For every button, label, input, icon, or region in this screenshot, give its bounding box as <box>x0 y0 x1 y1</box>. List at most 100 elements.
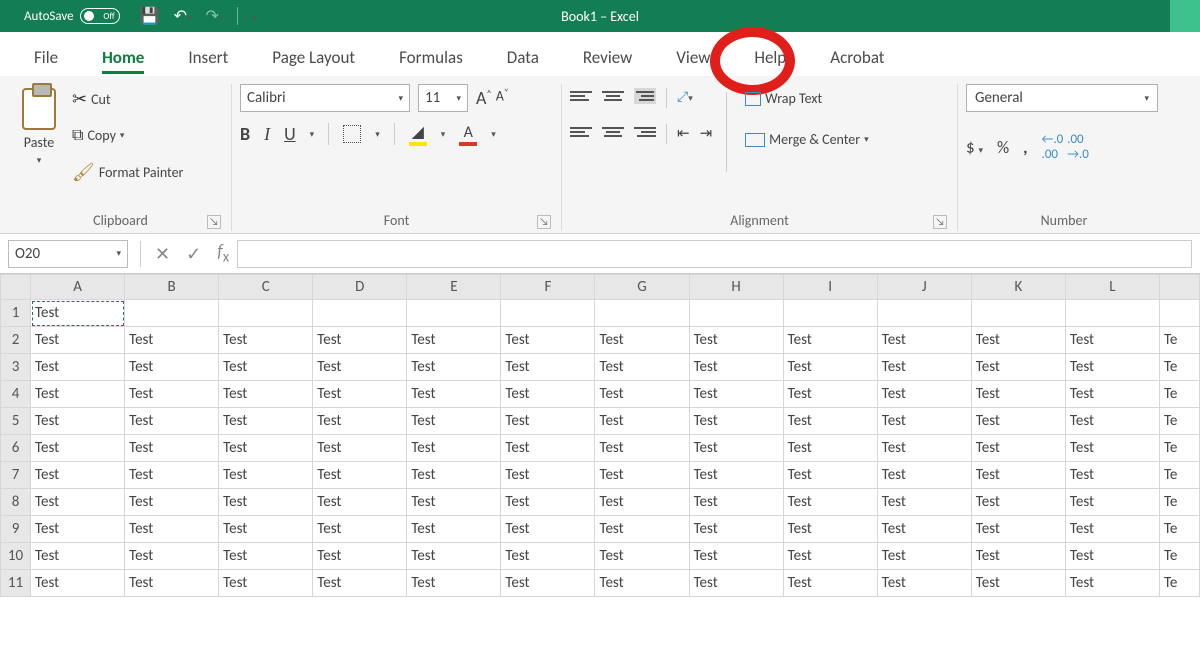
paste-button[interactable]: Paste ▾ <box>18 84 60 170</box>
increase-font-icon[interactable]: A˄ <box>476 87 492 109</box>
cell[interactable]: Test <box>689 354 783 381</box>
cell[interactable] <box>125 300 219 327</box>
align-right-button[interactable] <box>634 124 656 140</box>
cell[interactable]: Test <box>31 381 125 408</box>
row-header[interactable]: 8 <box>1 489 31 516</box>
tab-insert[interactable]: Insert <box>166 37 250 76</box>
cell[interactable] <box>877 300 971 327</box>
cell[interactable] <box>595 300 689 327</box>
cell[interactable]: Test <box>407 489 501 516</box>
name-box[interactable]: O20 ▾ <box>8 240 128 268</box>
column-header[interactable]: F <box>501 275 595 300</box>
cell[interactable]: Test <box>689 327 783 354</box>
cell[interactable]: Test <box>877 570 971 597</box>
cell[interactable]: Test <box>595 327 689 354</box>
cell[interactable]: Test <box>125 354 219 381</box>
font-name-select[interactable]: Calibri ▾ <box>240 84 410 112</box>
cell[interactable]: Test <box>313 570 407 597</box>
cell[interactable]: Test <box>689 435 783 462</box>
cell[interactable]: Test <box>313 462 407 489</box>
cell[interactable]: Test <box>877 435 971 462</box>
cell[interactable]: Test <box>31 570 125 597</box>
column-header[interactable]: L <box>1065 275 1159 300</box>
undo-icon[interactable]: ↶▾ <box>174 6 192 26</box>
cell[interactable]: Test <box>1065 435 1159 462</box>
row-header[interactable]: 4 <box>1 381 31 408</box>
cell[interactable]: Test <box>595 354 689 381</box>
column-header[interactable]: K <box>971 275 1065 300</box>
cell[interactable]: Test <box>971 516 1065 543</box>
column-header[interactable]: E <box>407 275 501 300</box>
tab-home[interactable]: Home <box>80 37 166 76</box>
cell[interactable] <box>1065 300 1159 327</box>
cell[interactable]: Test <box>501 543 595 570</box>
cell[interactable]: Test <box>31 435 125 462</box>
format-painter-button[interactable]: 🖌 Format Painter <box>68 159 187 185</box>
chevron-down-icon[interactable]: ▾ <box>491 129 496 140</box>
cell[interactable]: Test <box>689 543 783 570</box>
cell[interactable]: Test <box>313 489 407 516</box>
decrease-decimal-button[interactable]: .00→.0 <box>1067 132 1089 162</box>
cell[interactable]: Test <box>877 327 971 354</box>
cell[interactable]: Test <box>125 435 219 462</box>
cell[interactable]: Test <box>313 354 407 381</box>
cell[interactable]: Test <box>877 516 971 543</box>
dialog-launcher-icon[interactable]: ↘ <box>207 215 221 229</box>
tab-acrobat[interactable]: Acrobat <box>808 37 906 76</box>
cell[interactable]: Test <box>689 516 783 543</box>
cell[interactable]: Test <box>1065 543 1159 570</box>
tab-review[interactable]: Review <box>561 37 654 76</box>
cell[interactable]: Test <box>313 381 407 408</box>
cell[interactable]: Test <box>219 516 313 543</box>
cell[interactable]: Test <box>971 462 1065 489</box>
toggle-switch[interactable]: Off <box>80 8 120 24</box>
save-icon[interactable]: 💾 <box>140 6 160 26</box>
cell[interactable]: Test <box>1065 327 1159 354</box>
underline-button[interactable]: U <box>284 123 296 145</box>
cell[interactable]: Test <box>783 435 877 462</box>
column-header[interactable]: J <box>877 275 971 300</box>
chevron-down-icon[interactable]: ▾ <box>441 129 446 140</box>
cell[interactable]: Te <box>1159 327 1199 354</box>
cell[interactable]: Test <box>595 543 689 570</box>
cell[interactable]: Test <box>1065 516 1159 543</box>
redo-icon[interactable]: ↷▾ <box>206 6 224 26</box>
cell[interactable] <box>783 300 877 327</box>
cell[interactable]: Test <box>31 327 125 354</box>
cell[interactable]: Test <box>1065 354 1159 381</box>
cell[interactable]: Te <box>1159 570 1199 597</box>
cell[interactable]: Test <box>407 462 501 489</box>
cell[interactable]: Test <box>219 435 313 462</box>
cell[interactable]: Test <box>125 543 219 570</box>
cell[interactable]: Test <box>595 516 689 543</box>
dialog-launcher-icon[interactable]: ↘ <box>537 215 551 229</box>
cell[interactable]: Te <box>1159 516 1199 543</box>
column-header[interactable]: I <box>783 275 877 300</box>
cell[interactable]: Test <box>313 516 407 543</box>
column-header[interactable]: D <box>313 275 407 300</box>
cell[interactable]: Test <box>219 570 313 597</box>
cell[interactable]: Test <box>971 435 1065 462</box>
cell[interactable]: Test <box>783 489 877 516</box>
cell[interactable]: Test <box>595 408 689 435</box>
cell[interactable]: Te <box>1159 435 1199 462</box>
cell[interactable]: Test <box>595 570 689 597</box>
cell[interactable]: Test <box>31 489 125 516</box>
cell[interactable]: Test <box>783 570 877 597</box>
cell[interactable]: Test <box>971 570 1065 597</box>
cell[interactable]: Test <box>313 327 407 354</box>
cell[interactable]: Test <box>407 381 501 408</box>
column-header[interactable] <box>1159 275 1199 300</box>
cell[interactable]: Te <box>1159 381 1199 408</box>
cell[interactable]: Test <box>407 543 501 570</box>
cell[interactable]: Test <box>31 462 125 489</box>
cell[interactable]: Test <box>971 543 1065 570</box>
cell[interactable]: Test <box>31 543 125 570</box>
cell[interactable]: Test <box>689 408 783 435</box>
font-color-button[interactable]: A <box>459 123 477 146</box>
tab-view[interactable]: View <box>654 37 732 76</box>
cell[interactable]: Test <box>783 354 877 381</box>
cell[interactable]: Test <box>877 354 971 381</box>
align-middle-button[interactable] <box>602 88 624 104</box>
cell[interactable]: Test <box>501 327 595 354</box>
